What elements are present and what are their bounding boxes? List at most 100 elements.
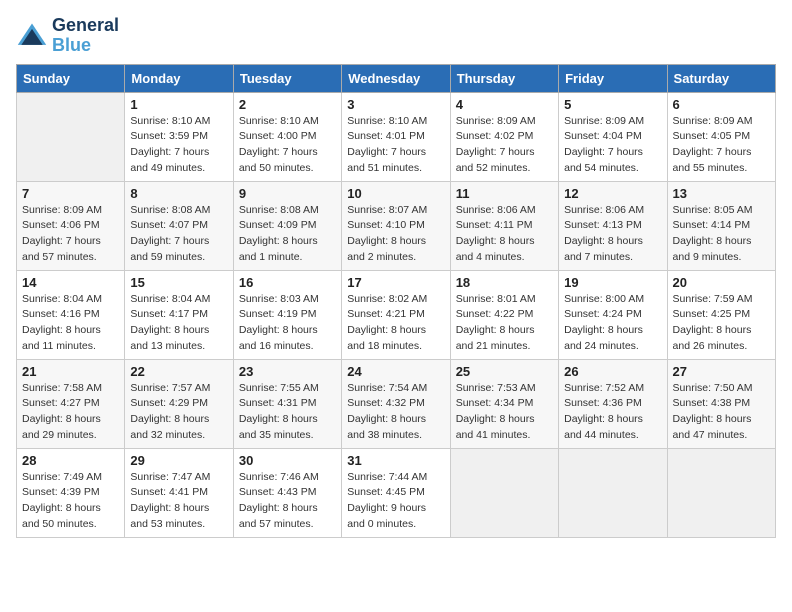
calendar-cell: 16 Sunrise: 8:03 AM Sunset: 4:19 PM Dayl… <box>233 270 341 359</box>
calendar-cell: 21 Sunrise: 7:58 AM Sunset: 4:27 PM Dayl… <box>17 359 125 448</box>
page-header: General Blue <box>16 16 776 56</box>
day-info: Sunrise: 7:54 AM Sunset: 4:32 PM Dayligh… <box>347 381 444 444</box>
day-info: Sunrise: 8:08 AM Sunset: 4:07 PM Dayligh… <box>130 203 227 266</box>
day-header-monday: Monday <box>125 64 233 92</box>
day-number: 7 <box>22 186 119 201</box>
logo-text: General Blue <box>52 16 119 56</box>
day-info: Sunrise: 7:53 AM Sunset: 4:34 PM Dayligh… <box>456 381 553 444</box>
day-info: Sunrise: 8:07 AM Sunset: 4:10 PM Dayligh… <box>347 203 444 266</box>
day-info: Sunrise: 7:58 AM Sunset: 4:27 PM Dayligh… <box>22 381 119 444</box>
day-number: 11 <box>456 186 553 201</box>
calendar-cell: 25 Sunrise: 7:53 AM Sunset: 4:34 PM Dayl… <box>450 359 558 448</box>
calendar-week-3: 14 Sunrise: 8:04 AM Sunset: 4:16 PM Dayl… <box>17 270 776 359</box>
calendar-cell: 3 Sunrise: 8:10 AM Sunset: 4:01 PM Dayli… <box>342 92 450 181</box>
day-info: Sunrise: 8:03 AM Sunset: 4:19 PM Dayligh… <box>239 292 336 355</box>
calendar-cell: 26 Sunrise: 7:52 AM Sunset: 4:36 PM Dayl… <box>559 359 667 448</box>
day-info: Sunrise: 7:47 AM Sunset: 4:41 PM Dayligh… <box>130 470 227 533</box>
calendar-cell: 27 Sunrise: 7:50 AM Sunset: 4:38 PM Dayl… <box>667 359 775 448</box>
day-info: Sunrise: 7:55 AM Sunset: 4:31 PM Dayligh… <box>239 381 336 444</box>
day-info: Sunrise: 8:06 AM Sunset: 4:13 PM Dayligh… <box>564 203 661 266</box>
calendar-cell <box>559 448 667 537</box>
calendar-cell: 22 Sunrise: 7:57 AM Sunset: 4:29 PM Dayl… <box>125 359 233 448</box>
day-info: Sunrise: 8:00 AM Sunset: 4:24 PM Dayligh… <box>564 292 661 355</box>
day-number: 19 <box>564 275 661 290</box>
calendar-cell: 29 Sunrise: 7:47 AM Sunset: 4:41 PM Dayl… <box>125 448 233 537</box>
day-info: Sunrise: 8:10 AM Sunset: 3:59 PM Dayligh… <box>130 114 227 177</box>
calendar-cell <box>17 92 125 181</box>
day-header-sunday: Sunday <box>17 64 125 92</box>
day-number: 28 <box>22 453 119 468</box>
day-number: 30 <box>239 453 336 468</box>
day-header-tuesday: Tuesday <box>233 64 341 92</box>
calendar-cell: 10 Sunrise: 8:07 AM Sunset: 4:10 PM Dayl… <box>342 181 450 270</box>
calendar-cell: 23 Sunrise: 7:55 AM Sunset: 4:31 PM Dayl… <box>233 359 341 448</box>
calendar-header: SundayMondayTuesdayWednesdayThursdayFrid… <box>17 64 776 92</box>
calendar-cell: 12 Sunrise: 8:06 AM Sunset: 4:13 PM Dayl… <box>559 181 667 270</box>
day-info: Sunrise: 7:46 AM Sunset: 4:43 PM Dayligh… <box>239 470 336 533</box>
day-number: 17 <box>347 275 444 290</box>
calendar-cell: 5 Sunrise: 8:09 AM Sunset: 4:04 PM Dayli… <box>559 92 667 181</box>
calendar-cell: 14 Sunrise: 8:04 AM Sunset: 4:16 PM Dayl… <box>17 270 125 359</box>
calendar-table: SundayMondayTuesdayWednesdayThursdayFrid… <box>16 64 776 538</box>
day-number: 24 <box>347 364 444 379</box>
day-info: Sunrise: 7:50 AM Sunset: 4:38 PM Dayligh… <box>673 381 770 444</box>
logo-icon <box>16 20 48 52</box>
day-number: 16 <box>239 275 336 290</box>
day-number: 22 <box>130 364 227 379</box>
day-number: 14 <box>22 275 119 290</box>
day-number: 21 <box>22 364 119 379</box>
calendar-cell: 28 Sunrise: 7:49 AM Sunset: 4:39 PM Dayl… <box>17 448 125 537</box>
calendar-cell <box>450 448 558 537</box>
day-number: 31 <box>347 453 444 468</box>
day-info: Sunrise: 8:05 AM Sunset: 4:14 PM Dayligh… <box>673 203 770 266</box>
day-info: Sunrise: 7:57 AM Sunset: 4:29 PM Dayligh… <box>130 381 227 444</box>
day-info: Sunrise: 8:08 AM Sunset: 4:09 PM Dayligh… <box>239 203 336 266</box>
day-number: 9 <box>239 186 336 201</box>
day-info: Sunrise: 8:10 AM Sunset: 4:01 PM Dayligh… <box>347 114 444 177</box>
calendar-cell: 31 Sunrise: 7:44 AM Sunset: 4:45 PM Dayl… <box>342 448 450 537</box>
calendar-week-5: 28 Sunrise: 7:49 AM Sunset: 4:39 PM Dayl… <box>17 448 776 537</box>
day-header-friday: Friday <box>559 64 667 92</box>
day-header-saturday: Saturday <box>667 64 775 92</box>
calendar-cell: 11 Sunrise: 8:06 AM Sunset: 4:11 PM Dayl… <box>450 181 558 270</box>
calendar-cell: 24 Sunrise: 7:54 AM Sunset: 4:32 PM Dayl… <box>342 359 450 448</box>
calendar-week-4: 21 Sunrise: 7:58 AM Sunset: 4:27 PM Dayl… <box>17 359 776 448</box>
day-info: Sunrise: 8:09 AM Sunset: 4:02 PM Dayligh… <box>456 114 553 177</box>
day-number: 8 <box>130 186 227 201</box>
calendar-cell: 1 Sunrise: 8:10 AM Sunset: 3:59 PM Dayli… <box>125 92 233 181</box>
day-number: 3 <box>347 97 444 112</box>
day-header-wednesday: Wednesday <box>342 64 450 92</box>
calendar-week-2: 7 Sunrise: 8:09 AM Sunset: 4:06 PM Dayli… <box>17 181 776 270</box>
calendar-cell: 9 Sunrise: 8:08 AM Sunset: 4:09 PM Dayli… <box>233 181 341 270</box>
day-info: Sunrise: 8:06 AM Sunset: 4:11 PM Dayligh… <box>456 203 553 266</box>
day-number: 13 <box>673 186 770 201</box>
day-number: 4 <box>456 97 553 112</box>
calendar-cell: 17 Sunrise: 8:02 AM Sunset: 4:21 PM Dayl… <box>342 270 450 359</box>
day-number: 25 <box>456 364 553 379</box>
day-info: Sunrise: 8:09 AM Sunset: 4:04 PM Dayligh… <box>564 114 661 177</box>
day-info: Sunrise: 8:09 AM Sunset: 4:06 PM Dayligh… <box>22 203 119 266</box>
logo: General Blue <box>16 16 119 56</box>
day-number: 20 <box>673 275 770 290</box>
calendar-week-1: 1 Sunrise: 8:10 AM Sunset: 3:59 PM Dayli… <box>17 92 776 181</box>
calendar-body: 1 Sunrise: 8:10 AM Sunset: 3:59 PM Dayli… <box>17 92 776 537</box>
day-number: 27 <box>673 364 770 379</box>
day-number: 5 <box>564 97 661 112</box>
day-number: 2 <box>239 97 336 112</box>
day-info: Sunrise: 8:04 AM Sunset: 4:16 PM Dayligh… <box>22 292 119 355</box>
days-of-week-row: SundayMondayTuesdayWednesdayThursdayFrid… <box>17 64 776 92</box>
calendar-cell: 4 Sunrise: 8:09 AM Sunset: 4:02 PM Dayli… <box>450 92 558 181</box>
day-number: 6 <box>673 97 770 112</box>
calendar-cell: 19 Sunrise: 8:00 AM Sunset: 4:24 PM Dayl… <box>559 270 667 359</box>
day-info: Sunrise: 7:44 AM Sunset: 4:45 PM Dayligh… <box>347 470 444 533</box>
day-number: 29 <box>130 453 227 468</box>
day-number: 23 <box>239 364 336 379</box>
calendar-cell: 6 Sunrise: 8:09 AM Sunset: 4:05 PM Dayli… <box>667 92 775 181</box>
day-info: Sunrise: 7:59 AM Sunset: 4:25 PM Dayligh… <box>673 292 770 355</box>
day-number: 18 <box>456 275 553 290</box>
calendar-cell: 8 Sunrise: 8:08 AM Sunset: 4:07 PM Dayli… <box>125 181 233 270</box>
calendar-cell: 20 Sunrise: 7:59 AM Sunset: 4:25 PM Dayl… <box>667 270 775 359</box>
day-number: 1 <box>130 97 227 112</box>
calendar-cell: 2 Sunrise: 8:10 AM Sunset: 4:00 PM Dayli… <box>233 92 341 181</box>
day-info: Sunrise: 7:52 AM Sunset: 4:36 PM Dayligh… <box>564 381 661 444</box>
